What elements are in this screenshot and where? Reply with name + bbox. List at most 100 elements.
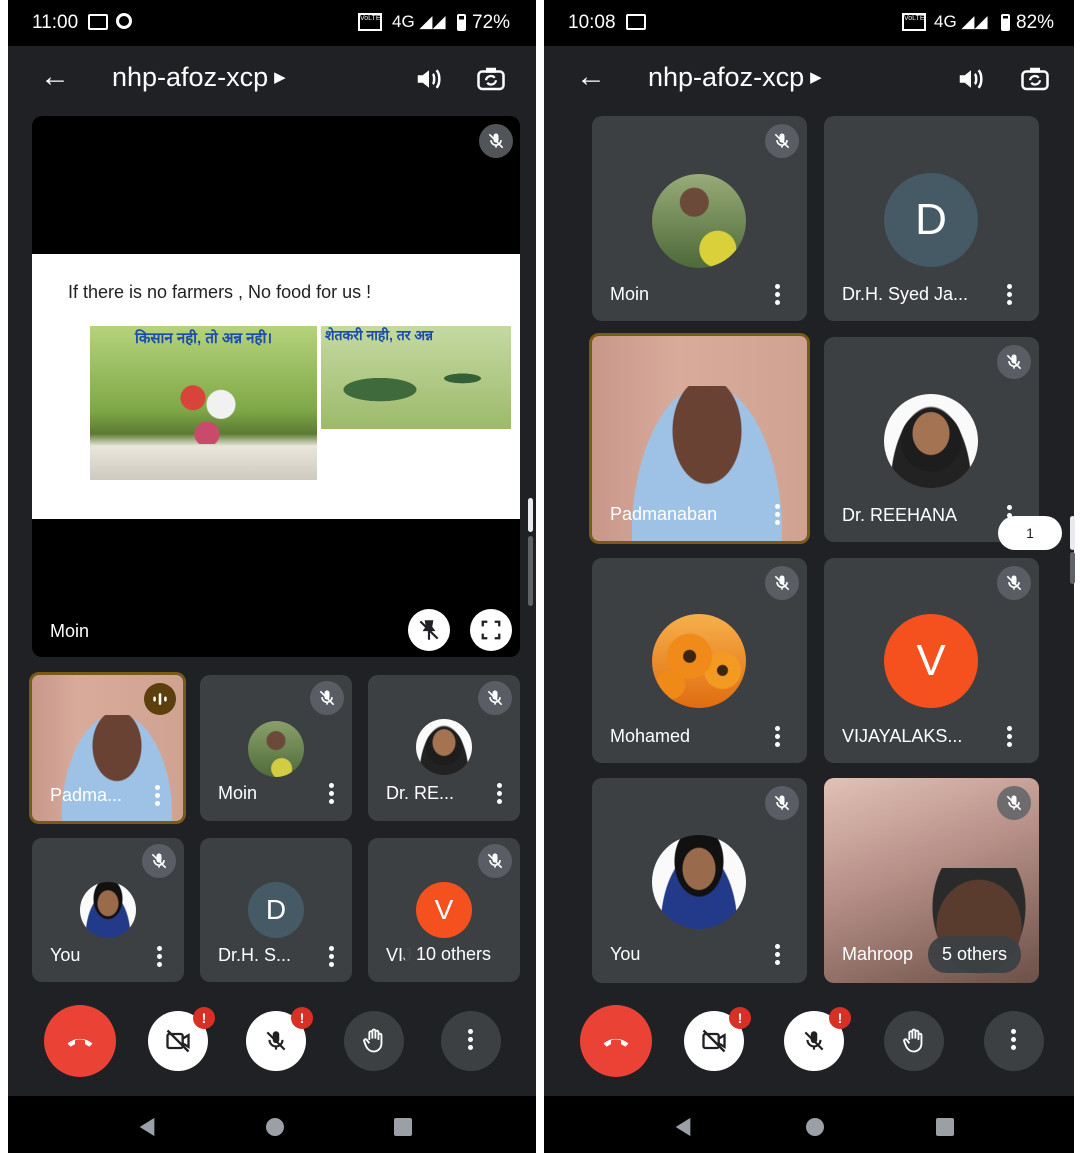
chrome-icon xyxy=(116,13,132,29)
participant-tile[interactable]: Dr. REEHANA xyxy=(824,337,1039,542)
farmer-family-figures xyxy=(172,378,242,444)
participant-name: Padma... xyxy=(50,785,123,805)
nav-back-icon[interactable] xyxy=(672,1116,694,1138)
scrollbar-track xyxy=(1070,552,1075,584)
others-button[interactable]: 10 others xyxy=(404,938,504,971)
fullscreen-button[interactable] xyxy=(470,609,512,651)
participant-options-button[interactable] xyxy=(1007,284,1013,308)
participant-options-button[interactable] xyxy=(497,783,503,807)
participant-tile[interactable]: Moin xyxy=(200,675,352,821)
switch-camera-icon[interactable] xyxy=(476,64,506,94)
more-options-icon xyxy=(468,1029,474,1053)
participant-tile[interactable]: Padmanaban xyxy=(589,333,810,544)
android-nav-bar xyxy=(544,1096,1074,1153)
participant-tile[interactable]: You xyxy=(32,838,184,982)
more-options-button[interactable] xyxy=(984,1011,1044,1071)
avatar-letter: V xyxy=(416,882,472,938)
camera-off-icon xyxy=(166,1029,190,1053)
raise-hand-icon xyxy=(903,1028,923,1053)
participant-tile[interactable]: Moin xyxy=(592,116,807,321)
page-indicator[interactable]: 1 xyxy=(998,516,1062,550)
scrollbar-track xyxy=(528,536,533,606)
mic-off-icon xyxy=(479,124,513,158)
alert-badge: ! xyxy=(193,1007,215,1029)
nav-home-icon[interactable] xyxy=(266,1118,284,1136)
status-bar: 11:00 VoLTE 4G ◢◢ 72% xyxy=(8,0,536,46)
cast-icon xyxy=(626,14,646,30)
status-time: 10:08 xyxy=(568,12,616,33)
participant-tile[interactable]: D Dr.H. S... xyxy=(200,838,352,982)
end-call-button[interactable] xyxy=(580,1005,652,1077)
avatar xyxy=(652,835,746,929)
status-time: 11:00 xyxy=(32,12,79,33)
speaker-icon[interactable] xyxy=(956,64,986,94)
avatar xyxy=(652,614,746,708)
participant-name: Dr. RE... xyxy=(386,783,455,803)
participant-name: Dr. REEHANA xyxy=(842,505,958,525)
mic-toggle-button[interactable]: ! xyxy=(246,1007,313,1071)
nav-home-icon[interactable] xyxy=(806,1118,824,1136)
participant-name: Mohamed xyxy=(610,726,691,746)
cast-icon xyxy=(88,14,108,30)
avatar xyxy=(884,394,978,488)
avatar-letter: D xyxy=(248,882,304,938)
avatar-letter: D xyxy=(884,173,978,267)
nav-recents-icon[interactable] xyxy=(394,1118,412,1136)
unpin-button[interactable] xyxy=(408,609,450,651)
scrollbar[interactable] xyxy=(1070,516,1075,550)
ox-plough-figure xyxy=(335,356,485,412)
participant-tile[interactable]: Dr. RE... xyxy=(368,675,520,821)
mic-toggle-button[interactable]: ! xyxy=(784,1007,851,1071)
participant-options-button[interactable] xyxy=(775,504,781,528)
end-call-button[interactable] xyxy=(44,1005,116,1077)
participant-tile[interactable]: Mahroop 5 others xyxy=(824,778,1039,983)
participant-tile[interactable]: You xyxy=(592,778,807,983)
app-bar: ← nhp-afoz-xcp ▶ xyxy=(544,46,1074,112)
switch-camera-icon[interactable] xyxy=(1020,64,1050,94)
nav-recents-icon[interactable] xyxy=(936,1118,954,1136)
participant-options-button[interactable] xyxy=(775,726,781,750)
back-arrow-icon[interactable]: ← xyxy=(576,60,606,94)
raise-hand-button[interactable] xyxy=(344,1011,404,1071)
meeting-code-button[interactable]: nhp-afoz-xcp ▶ xyxy=(112,62,286,93)
participant-tile[interactable]: Mohamed xyxy=(592,558,807,763)
participant-options-button[interactable] xyxy=(1007,726,1013,750)
meeting-code: nhp-afoz-xcp xyxy=(112,62,269,92)
others-button[interactable]: 5 others xyxy=(928,936,1022,973)
mic-off-icon xyxy=(765,124,799,158)
meeting-code-button[interactable]: nhp-afoz-xcp ▶ xyxy=(648,62,822,93)
slide-image-ox: शेतकरी नाही, तर अन्न xyxy=(321,326,511,429)
participant-tile[interactable]: D Dr.H. Syed Ja... xyxy=(824,116,1039,321)
scrollbar[interactable] xyxy=(528,498,533,532)
participant-options-button[interactable] xyxy=(775,944,781,968)
participant-options-button[interactable] xyxy=(329,783,335,807)
participant-options-button[interactable] xyxy=(157,946,163,970)
end-call-icon xyxy=(603,1038,629,1047)
nav-back-icon[interactable] xyxy=(136,1116,158,1138)
speaker-icon[interactable] xyxy=(414,64,444,94)
alert-badge: ! xyxy=(829,1007,851,1029)
avatar xyxy=(248,721,304,777)
more-options-button[interactable] xyxy=(441,1011,501,1071)
mic-off-icon xyxy=(478,844,512,878)
mic-off-icon xyxy=(765,786,799,820)
presenter-name: Moin xyxy=(50,621,90,641)
status-bar: 10:08 VoLTE 4G ◢◢ 82% xyxy=(544,0,1074,46)
camera-toggle-button[interactable]: ! xyxy=(684,1007,751,1071)
avatar xyxy=(80,882,136,938)
avatar xyxy=(652,174,746,268)
participant-options-button[interactable] xyxy=(329,946,335,970)
camera-toggle-button[interactable]: ! xyxy=(148,1007,215,1071)
participant-name: Mahroop xyxy=(842,944,914,964)
mic-off-icon xyxy=(266,1031,286,1051)
back-arrow-icon[interactable]: ← xyxy=(40,60,70,94)
participant-tile[interactable]: V VIJAYALAKS... xyxy=(824,558,1039,763)
participant-options-button[interactable] xyxy=(155,785,161,809)
participant-tile[interactable]: Padma... xyxy=(29,672,186,824)
participant-tile[interactable]: V VIJ 10 others xyxy=(368,838,520,982)
battery-icon xyxy=(457,14,466,31)
participant-name: Dr.H. S... xyxy=(218,945,292,965)
presentation-tile[interactable]: If there is no farmers , No food for us … xyxy=(32,116,520,657)
raise-hand-button[interactable] xyxy=(884,1011,944,1071)
participant-options-button[interactable] xyxy=(775,284,781,308)
